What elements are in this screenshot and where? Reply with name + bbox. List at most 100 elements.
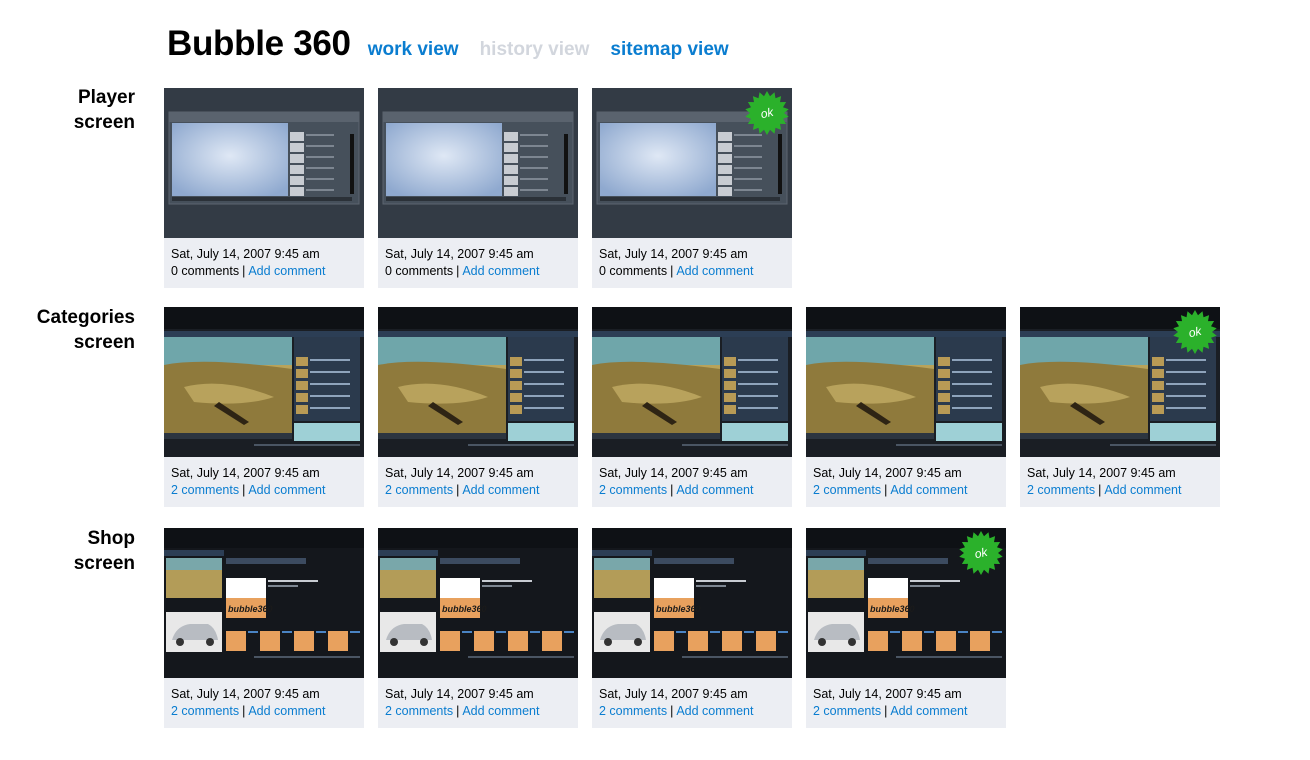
add-comment-link[interactable]: Add comment	[462, 264, 539, 278]
screen-card: Sat, July 14, 2007 9:45 am 0 comments | Add…	[378, 88, 578, 288]
screen-card: Sat, July 14, 2007 9:45 am 2 comments | Add…	[378, 307, 578, 507]
comments-count[interactable]: 2 comments	[813, 704, 881, 718]
screen-card: Sat, July 14, 2007 9:45 am 2 comments | Add…	[592, 307, 792, 507]
screen-thumbnail[interactable]	[164, 88, 364, 238]
ok-badge-icon: ok	[1173, 310, 1217, 354]
work-view-link[interactable]: work view	[368, 39, 459, 61]
separator: |	[456, 483, 460, 497]
separator: |	[670, 704, 674, 718]
comments-count: 0 comments	[171, 264, 240, 278]
add-comment-link[interactable]: Add comment	[1104, 483, 1181, 497]
card-caption: Sat, July 14, 2007 9:45 am 2 comments | Add…	[806, 678, 1006, 728]
screen-card: bubble360 ok Sat, July 14, 2007 9:45 am 2 c…	[806, 528, 1006, 728]
ok-badge-icon: ok	[745, 91, 789, 135]
comments-count[interactable]: 2 comments	[813, 483, 881, 497]
card-date: Sat, July 14, 2007 9:45 am	[385, 247, 534, 261]
card-actions: 2 comments | Add comment	[813, 482, 1006, 499]
add-comment-link[interactable]: Add comment	[676, 483, 753, 497]
row-label-categories: Categories screen	[0, 305, 135, 355]
card-date: Sat, July 14, 2007 9:45 am	[171, 247, 320, 261]
svg-text:bubble360: bubble360	[442, 604, 487, 614]
card-date: Sat, July 14, 2007 9:45 am	[599, 687, 748, 701]
comments-count[interactable]: 2 comments	[599, 483, 667, 497]
history-view-link[interactable]: history view	[480, 39, 590, 61]
separator: |	[456, 264, 460, 278]
comments-count[interactable]: 2 comments	[1027, 483, 1095, 497]
separator: |	[670, 264, 674, 278]
add-comment-link[interactable]: Add comment	[248, 264, 325, 278]
separator: |	[456, 704, 460, 718]
card-actions: 2 comments | Add comment	[599, 482, 792, 499]
svg-text:bubble360: bubble360	[656, 604, 701, 614]
screen-thumbnail[interactable]	[164, 307, 364, 457]
page-header: Bubble 360 work view history view sitema…	[167, 24, 750, 64]
row-label-line2: screen	[73, 332, 135, 353]
separator: |	[242, 704, 246, 718]
screen-thumbnail[interactable]: bubble360	[378, 528, 578, 678]
sitemap-view-link[interactable]: sitemap view	[610, 39, 728, 61]
screen-thumbnail[interactable]	[806, 307, 1006, 457]
card-caption: Sat, July 14, 2007 9:45 am 0 comments | Add…	[378, 238, 578, 288]
separator: |	[884, 483, 888, 497]
card-caption: Sat, July 14, 2007 9:45 am 0 comments | Add…	[592, 238, 792, 288]
comments-count[interactable]: 2 comments	[171, 483, 239, 497]
separator: |	[1098, 483, 1102, 497]
add-comment-link[interactable]: Add comment	[890, 483, 967, 497]
add-comment-link[interactable]: Add comment	[462, 483, 539, 497]
card-caption: Sat, July 14, 2007 9:45 am 2 comments | Add…	[378, 678, 578, 728]
card-caption: Sat, July 14, 2007 9:45 am 2 comments | Add…	[1020, 457, 1220, 507]
card-caption: Sat, July 14, 2007 9:45 am 0 comments | Add…	[164, 238, 364, 288]
screen-card: Sat, July 14, 2007 9:45 am 2 comments | Add…	[164, 307, 364, 507]
add-comment-link[interactable]: Add comment	[248, 704, 325, 718]
screen-thumbnail[interactable]: bubble360	[164, 528, 364, 678]
row-label-player: Player screen	[0, 85, 135, 135]
screen-card: bubble360 Sat, July 14, 2007 9:45 am 2 com…	[378, 528, 578, 728]
card-actions: 2 comments | Add comment	[1027, 482, 1220, 499]
card-actions: 2 comments | Add comment	[813, 703, 1006, 720]
ok-badge-icon: ok	[959, 531, 1003, 575]
card-caption: Sat, July 14, 2007 9:45 am 2 comments | Add…	[378, 457, 578, 507]
card-caption: Sat, July 14, 2007 9:45 am 2 comments | Add…	[164, 678, 364, 728]
svg-text:bubble360: bubble360	[870, 604, 915, 614]
card-actions: 2 comments | Add comment	[385, 482, 578, 499]
comments-count[interactable]: 2 comments	[599, 704, 667, 718]
comments-count: 0 comments	[599, 264, 668, 278]
card-caption: Sat, July 14, 2007 9:45 am 2 comments | Add…	[806, 457, 1006, 507]
page-title: Bubble 360	[167, 24, 351, 63]
card-date: Sat, July 14, 2007 9:45 am	[813, 687, 962, 701]
card-actions: 0 comments | Add comment	[385, 263, 578, 280]
svg-text:bubble360: bubble360	[228, 604, 273, 614]
row-label-shop: Shop screen	[0, 526, 135, 576]
add-comment-link[interactable]: Add comment	[462, 704, 539, 718]
screen-card: bubble360 Sat, July 14, 2007 9:45 am 2 com…	[164, 528, 364, 728]
separator: |	[884, 704, 888, 718]
comments-count[interactable]: 2 comments	[385, 483, 453, 497]
row-label-line2: screen	[73, 553, 135, 574]
card-date: Sat, July 14, 2007 9:45 am	[385, 687, 534, 701]
comments-count[interactable]: 2 comments	[385, 704, 453, 718]
card-date: Sat, July 14, 2007 9:45 am	[813, 466, 962, 480]
comments-count: 0 comments	[385, 264, 454, 278]
screen-card: bubble360 Sat, July 14, 2007 9:45 am 2 com…	[592, 528, 792, 728]
screen-thumbnail[interactable]	[378, 88, 578, 238]
add-comment-link[interactable]: Add comment	[890, 704, 967, 718]
card-actions: 0 comments | Add comment	[171, 263, 364, 280]
comments-count[interactable]: 2 comments	[171, 704, 239, 718]
row-label-line1: Player	[77, 87, 135, 108]
add-comment-link[interactable]: Add comment	[248, 483, 325, 497]
screen-card: Sat, July 14, 2007 9:45 am 0 comments | Add…	[164, 88, 364, 288]
row-label-line2: screen	[73, 112, 135, 133]
separator: |	[242, 483, 246, 497]
screen-thumbnail[interactable]: bubble360	[592, 528, 792, 678]
screen-thumbnail[interactable]	[592, 307, 792, 457]
card-date: Sat, July 14, 2007 9:45 am	[1027, 466, 1176, 480]
screen-thumbnail[interactable]	[378, 307, 578, 457]
card-actions: 2 comments | Add comment	[599, 703, 792, 720]
card-date: Sat, July 14, 2007 9:45 am	[599, 466, 748, 480]
add-comment-link[interactable]: Add comment	[676, 264, 753, 278]
add-comment-link[interactable]: Add comment	[676, 704, 753, 718]
card-caption: Sat, July 14, 2007 9:45 am 2 comments | Add…	[164, 457, 364, 507]
card-actions: 2 comments | Add comment	[171, 482, 364, 499]
screen-card: ok Sat, July 14, 2007 9:45 am 0 comments | A…	[592, 88, 792, 288]
card-date: Sat, July 14, 2007 9:45 am	[599, 247, 748, 261]
